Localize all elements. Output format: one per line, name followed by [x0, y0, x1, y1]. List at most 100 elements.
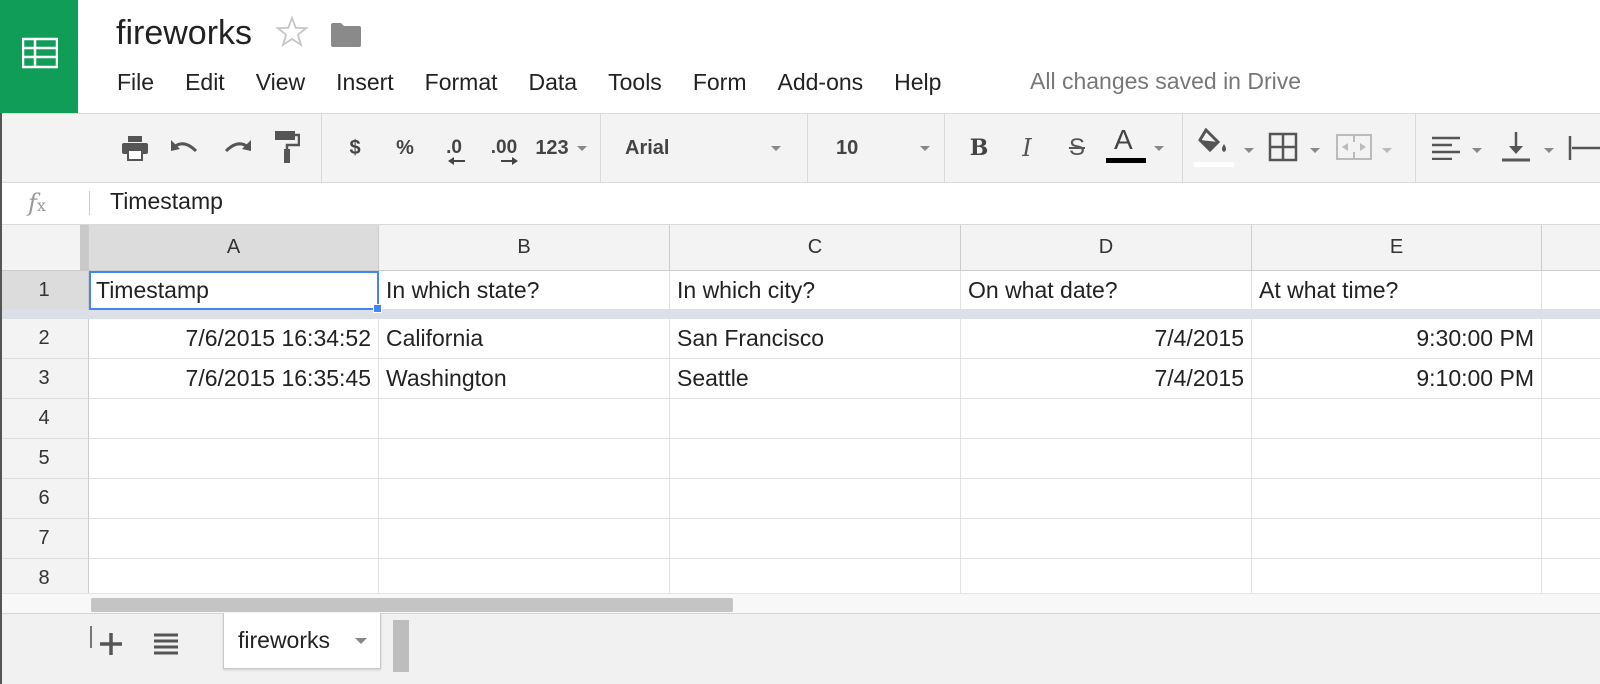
paint-format-icon[interactable] — [270, 128, 304, 166]
increase-decimal-button[interactable]: .00 — [484, 128, 524, 168]
cell-f2[interactable] — [1542, 319, 1600, 359]
cell-e4[interactable] — [1252, 399, 1542, 439]
horizontal-align-button[interactable] — [1430, 128, 1486, 168]
cell-e5[interactable] — [1252, 439, 1542, 479]
undo-icon[interactable] — [168, 131, 202, 165]
chevron-down-icon[interactable] — [355, 638, 367, 644]
redo-icon[interactable] — [220, 131, 254, 165]
cell-b7[interactable] — [379, 519, 670, 559]
cell-b1[interactable]: In which state? — [379, 271, 670, 310]
menu-help[interactable]: Help — [894, 69, 941, 96]
cell-c3[interactable]: Seattle — [670, 359, 961, 399]
vertical-align-button[interactable] — [1500, 128, 1556, 168]
formula-input[interactable]: Timestamp — [110, 188, 223, 215]
cell-b4[interactable] — [379, 399, 670, 439]
cell-a1[interactable]: Timestamp — [89, 271, 379, 310]
menu-view[interactable]: View — [256, 69, 305, 96]
cell-c4[interactable] — [670, 399, 961, 439]
add-sheet-button[interactable] — [96, 628, 126, 658]
menu-data[interactable]: Data — [529, 69, 578, 96]
column-header-c[interactable]: C — [670, 225, 961, 271]
sheets-logo[interactable] — [0, 0, 78, 113]
cell-b6[interactable] — [379, 479, 670, 519]
row-header-4[interactable]: 4 — [0, 399, 89, 439]
column-header-a[interactable]: A — [89, 225, 379, 271]
frozen-row-divider[interactable] — [89, 310, 1600, 319]
row-header-2[interactable]: 2 — [0, 319, 89, 359]
cell-d2[interactable]: 7/4/2015 — [961, 319, 1252, 359]
select-all-corner[interactable] — [0, 225, 89, 271]
column-header-e[interactable]: E — [1252, 225, 1542, 271]
currency-format-button[interactable]: $ — [342, 130, 368, 166]
bold-button[interactable]: B — [964, 130, 994, 166]
menu-add-ons[interactable]: Add-ons — [777, 69, 863, 96]
cell-b8[interactable] — [379, 559, 670, 593]
row-header-7[interactable]: 7 — [0, 519, 89, 559]
folder-icon[interactable] — [330, 22, 362, 53]
cell-c2[interactable]: San Francisco — [670, 319, 961, 359]
cell-c6[interactable] — [670, 479, 961, 519]
menu-edit[interactable]: Edit — [185, 69, 225, 96]
menu-insert[interactable]: Insert — [336, 69, 394, 96]
row-header-3[interactable]: 3 — [0, 359, 89, 399]
decrease-decimal-button[interactable]: .0 — [436, 128, 472, 168]
cell-e6[interactable] — [1252, 479, 1542, 519]
horizontal-scrollbar[interactable] — [0, 593, 1600, 613]
row-header-8[interactable]: 8 — [0, 559, 89, 593]
cell-a5[interactable] — [89, 439, 379, 479]
cell-e7[interactable] — [1252, 519, 1542, 559]
text-color-button[interactable]: A — [1106, 124, 1164, 168]
cell-a3[interactable]: 7/6/2015 16:35:45 — [89, 359, 379, 399]
menu-format[interactable]: Format — [425, 69, 498, 96]
document-title[interactable]: fireworks — [116, 14, 252, 53]
row-freeze-handle[interactable] — [0, 310, 89, 319]
cell-b3[interactable]: Washington — [379, 359, 670, 399]
cell-d3[interactable]: 7/4/2015 — [961, 359, 1252, 399]
column-header-f[interactable] — [1542, 225, 1600, 271]
strikethrough-button[interactable]: S — [1062, 130, 1092, 166]
menu-file[interactable]: File — [117, 69, 154, 96]
menu-form[interactable]: Form — [693, 69, 747, 96]
sheet-tabs-scroll-handle[interactable] — [393, 620, 409, 672]
cell-a6[interactable] — [89, 479, 379, 519]
cell-a7[interactable] — [89, 519, 379, 559]
column-freeze-handle[interactable] — [80, 225, 88, 271]
cell-c8[interactable] — [670, 559, 961, 593]
cell-c5[interactable] — [670, 439, 961, 479]
cell-d5[interactable] — [961, 439, 1252, 479]
cell-d8[interactable] — [961, 559, 1252, 593]
cell-a4[interactable] — [89, 399, 379, 439]
row-header-6[interactable]: 6 — [0, 479, 89, 519]
cell-d7[interactable] — [961, 519, 1252, 559]
sheet-tab-fireworks[interactable]: fireworks — [223, 613, 381, 669]
save-status[interactable]: All changes saved in Drive — [1030, 68, 1301, 95]
cell-f4[interactable] — [1542, 399, 1600, 439]
cell-d1[interactable]: On what date? — [961, 271, 1252, 310]
column-header-d[interactable]: D — [961, 225, 1252, 271]
print-icon[interactable] — [118, 131, 152, 165]
row-header-5[interactable]: 5 — [0, 439, 89, 479]
cell-e2[interactable]: 9:30:00 PM — [1252, 319, 1542, 359]
font-size-select[interactable]: 10 — [808, 128, 938, 168]
row-header-1[interactable]: 1 — [0, 271, 89, 310]
cell-f6[interactable] — [1542, 479, 1600, 519]
fill-color-button[interactable] — [1194, 124, 1254, 170]
star-icon[interactable] — [275, 15, 309, 54]
borders-button[interactable] — [1268, 128, 1324, 168]
text-wrap-button[interactable] — [1566, 128, 1600, 168]
cell-f8[interactable] — [1542, 559, 1600, 593]
cell-f7[interactable] — [1542, 519, 1600, 559]
column-header-b[interactable]: B — [379, 225, 670, 271]
percent-format-button[interactable]: % — [390, 130, 420, 166]
merge-cells-button[interactable] — [1336, 128, 1394, 168]
cell-c7[interactable] — [670, 519, 961, 559]
horizontal-scrollbar-thumb[interactable] — [91, 598, 733, 612]
cell-d6[interactable] — [961, 479, 1252, 519]
cell-b5[interactable] — [379, 439, 670, 479]
cell-a2[interactable]: 7/6/2015 16:34:52 — [89, 319, 379, 359]
fill-handle[interactable] — [373, 304, 382, 313]
cell-f3[interactable] — [1542, 359, 1600, 399]
cell-e1[interactable]: At what time? — [1252, 271, 1542, 310]
more-formats-button[interactable]: 123 — [530, 130, 588, 166]
cell-c1[interactable]: In which city? — [670, 271, 961, 310]
